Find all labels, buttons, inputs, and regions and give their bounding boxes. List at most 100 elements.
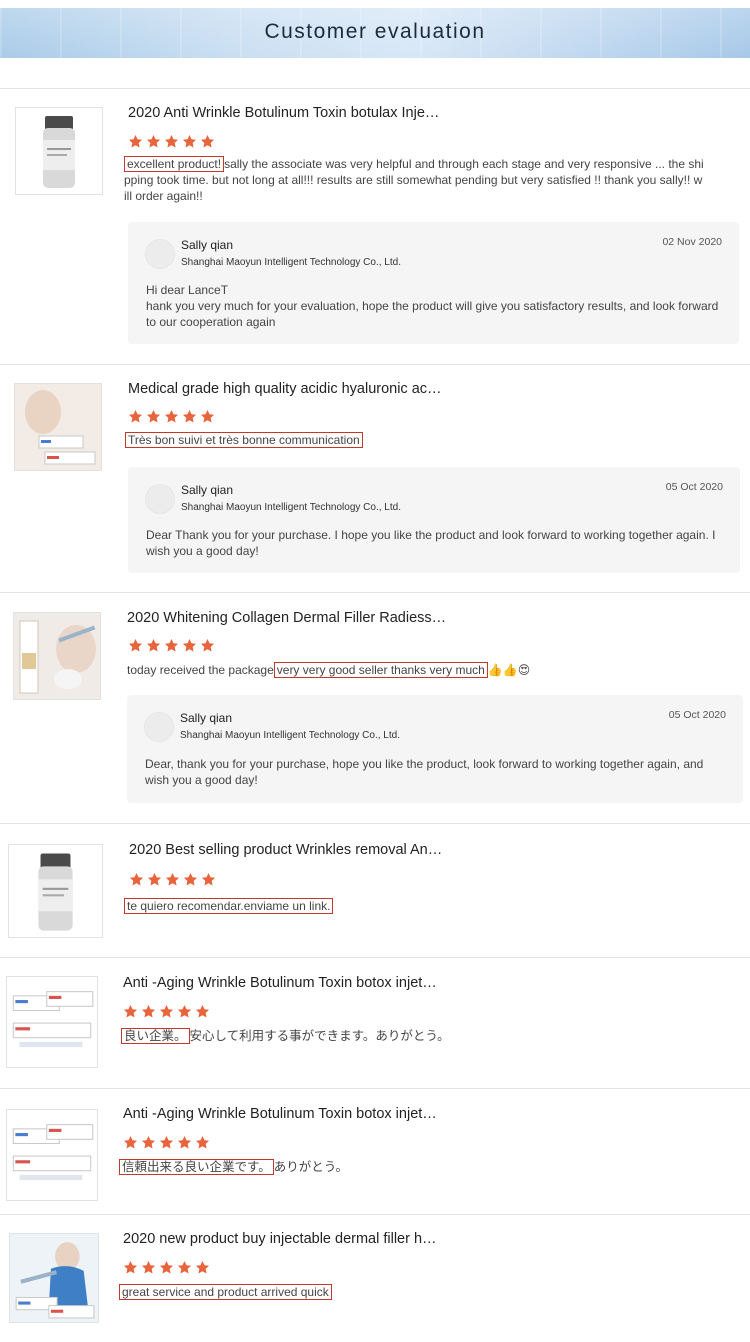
star-icon	[146, 638, 161, 653]
reply-body: hank you very much for your evaluation, …	[146, 299, 719, 329]
review-item: 2020 Whitening Collagen Dermal Filler Ra…	[0, 592, 750, 824]
reply-author: Sally qian	[181, 483, 234, 497]
star-icon	[200, 134, 215, 149]
star-icon	[195, 1004, 210, 1019]
star-icon	[164, 134, 179, 149]
product-title[interactable]: 2020 Whitening Collagen Dermal Filler Ra…	[127, 610, 446, 626]
comment-highlight: Très bon suivi et très bonne communicati…	[125, 432, 363, 448]
product-thumbnail[interactable]	[14, 383, 102, 471]
product-title[interactable]: 2020 Best selling product Wrinkles remov…	[129, 842, 442, 858]
star-rating	[128, 638, 215, 653]
review-comment: great service and product arrived quick	[119, 1284, 719, 1300]
star-icon	[123, 1135, 138, 1150]
reply-greeting: Hi dear LanceT	[146, 283, 229, 297]
review-comment: today received the package very very good…	[127, 662, 727, 678]
reply-company: Shanghai Maoyun Intelligent Technology C…	[181, 502, 401, 513]
comment-highlight: excellent product!	[124, 156, 225, 172]
star-icon	[141, 1135, 156, 1150]
reply-company: Shanghai Maoyun Intelligent Technology C…	[181, 257, 401, 268]
review-item: 2020 new product buy injectable dermal f…	[0, 1214, 750, 1342]
star-icon	[128, 638, 143, 653]
reply-body: Dear, thank you for your purchase, hope …	[145, 757, 704, 787]
comment-text: 安心して利用する事ができます。ありがとう。	[189, 1029, 450, 1043]
star-rating	[123, 1004, 210, 1019]
star-icon	[123, 1004, 138, 1019]
product-thumbnail[interactable]	[13, 612, 101, 700]
avatar	[145, 239, 175, 269]
star-icon	[195, 1135, 210, 1150]
star-icon	[195, 1260, 210, 1275]
star-icon	[141, 1260, 156, 1275]
star-icon	[177, 1135, 192, 1150]
star-icon	[182, 638, 197, 653]
star-icon	[165, 872, 180, 887]
comment-highlight: 信頼出来る良い企業です。	[119, 1159, 274, 1175]
reply-date: 02 Nov 2020	[662, 236, 722, 248]
star-icon	[147, 872, 162, 887]
star-icon	[177, 1260, 192, 1275]
star-icon	[183, 872, 198, 887]
review-item: Anti -Aging Wrinkle Botulinum Toxin boto…	[0, 1088, 750, 1215]
reply-text: Hi dear LanceT hank you very much for yo…	[146, 282, 721, 330]
star-icon	[182, 409, 197, 424]
product-thumbnail[interactable]	[9, 1233, 99, 1323]
review-comment: Très bon suivi et très bonne communicati…	[125, 432, 705, 448]
seller-reply: Sally qian Shanghai Maoyun Intelligent T…	[128, 467, 740, 573]
product-title[interactable]: Medical grade high quality acidic hyalur…	[128, 381, 442, 397]
product-thumbnail[interactable]	[15, 107, 103, 195]
reply-author: Sally qian	[181, 238, 234, 252]
star-icon	[123, 1260, 138, 1275]
star-icon	[159, 1004, 174, 1019]
product-title[interactable]: 2020 new product buy injectable dermal f…	[123, 1231, 437, 1247]
seller-reply: Sally qian Shanghai Maoyun Intelligent T…	[127, 695, 743, 803]
product-title[interactable]: Anti -Aging Wrinkle Botulinum Toxin boto…	[123, 975, 437, 991]
review-comment: te quiero recomendar.enviame un link.	[124, 898, 724, 914]
star-rating	[129, 872, 216, 887]
review-comment: 信頼出来る良い企業です。 ありがとう。	[119, 1159, 719, 1175]
comment-highlight: 良い企業。	[121, 1028, 190, 1044]
star-icon	[128, 409, 143, 424]
star-icon	[200, 638, 215, 653]
star-icon	[146, 409, 161, 424]
reply-author: Sally qian	[180, 711, 233, 725]
comment-highlight: great service and product arrived quick	[119, 1284, 332, 1300]
comment-highlight: te quiero recomendar.enviame un link.	[124, 898, 334, 914]
star-rating	[123, 1260, 210, 1275]
star-icon	[200, 409, 215, 424]
star-rating	[123, 1135, 210, 1150]
header-banner: Customer evaluation	[0, 8, 750, 58]
star-icon	[164, 638, 179, 653]
reply-body: Dear Thank you for your purchase. I hope…	[146, 528, 716, 558]
star-icon	[177, 1004, 192, 1019]
comment-emoji: 👍👍😍	[487, 663, 531, 677]
comment-highlight: very very good seller thanks very much	[273, 662, 488, 678]
star-icon	[159, 1135, 174, 1150]
star-icon	[128, 134, 143, 149]
star-icon	[129, 872, 144, 887]
avatar	[144, 712, 174, 742]
star-icon	[141, 1004, 156, 1019]
product-title[interactable]: 2020 Anti Wrinkle Botulinum Toxin botula…	[128, 105, 439, 121]
star-icon	[164, 409, 179, 424]
product-thumbnail[interactable]	[8, 844, 103, 938]
comment-text: ありがとう。	[273, 1160, 349, 1174]
star-rating	[128, 134, 215, 149]
review-comment: excellent product! sally the associate wa…	[124, 156, 704, 204]
product-thumbnail[interactable]	[6, 976, 98, 1068]
review-item: 2020 Anti Wrinkle Botulinum Toxin botula…	[0, 88, 750, 365]
review-item: Anti -Aging Wrinkle Botulinum Toxin boto…	[0, 957, 750, 1089]
comment-text: today received the package	[127, 663, 274, 677]
reply-company: Shanghai Maoyun Intelligent Technology C…	[180, 730, 400, 741]
review-item: 2020 Best selling product Wrinkles remov…	[0, 823, 750, 958]
star-icon	[159, 1260, 174, 1275]
avatar	[145, 484, 175, 514]
star-icon	[146, 134, 161, 149]
review-item: Medical grade high quality acidic hyalur…	[0, 364, 750, 593]
product-title[interactable]: Anti -Aging Wrinkle Botulinum Toxin boto…	[123, 1106, 437, 1122]
product-thumbnail[interactable]	[6, 1109, 98, 1201]
star-rating	[128, 409, 215, 424]
star-icon	[201, 872, 216, 887]
reply-date: 05 Oct 2020	[668, 709, 726, 721]
seller-reply: Sally qian Shanghai Maoyun Intelligent T…	[128, 222, 739, 344]
star-icon	[182, 134, 197, 149]
